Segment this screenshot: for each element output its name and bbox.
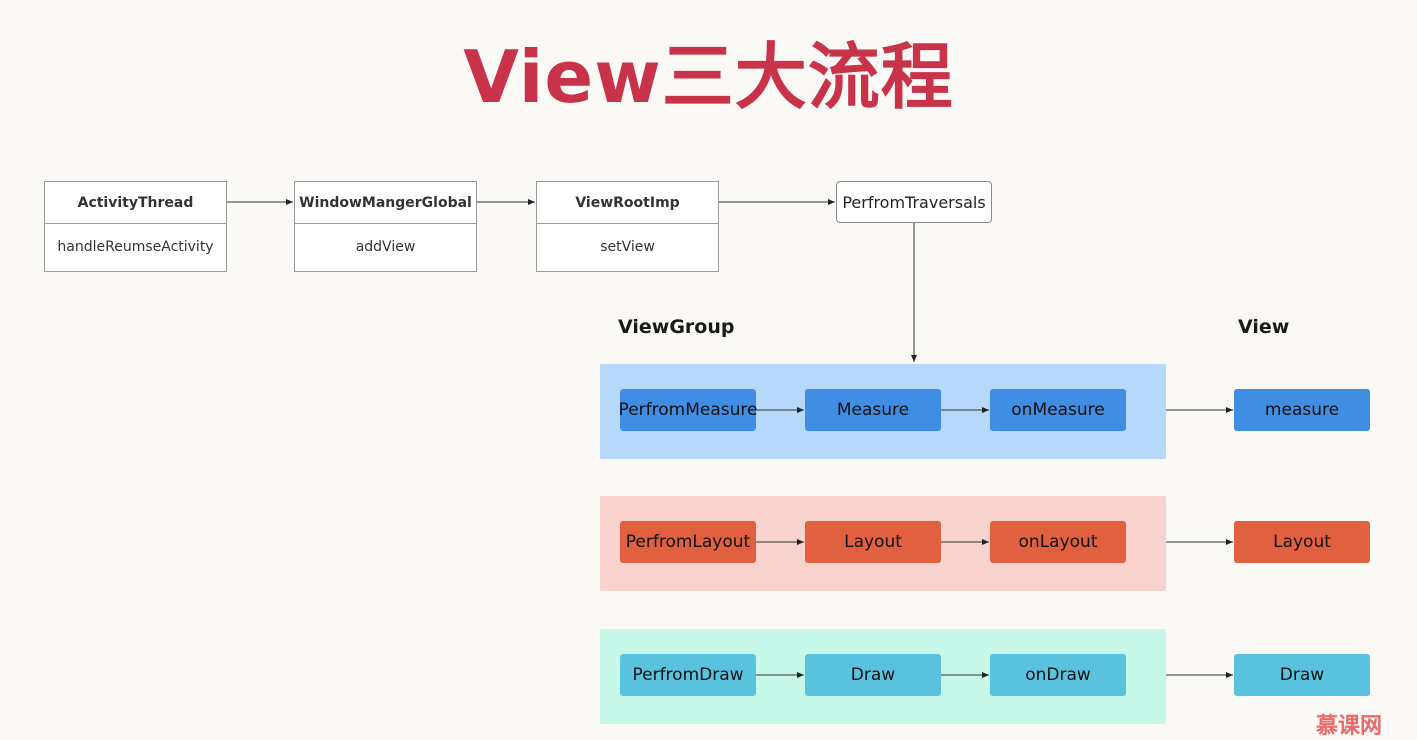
connector-arrows xyxy=(227,199,1233,678)
watermark-logo: 慕课网 xyxy=(1316,714,1383,739)
